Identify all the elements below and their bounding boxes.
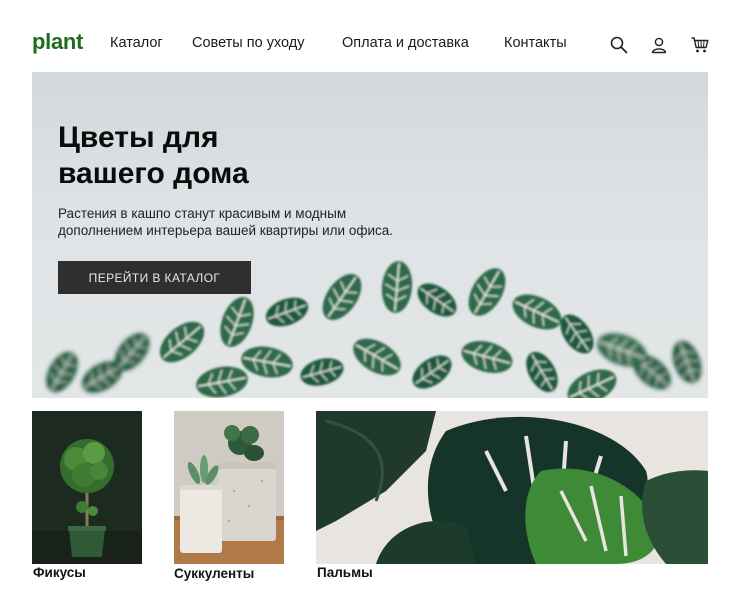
category-label-ficus[interactable]: Фикусы [33,565,86,580]
hero-description-line2: дополнением интерьера вашей квартиры или… [58,223,394,238]
user-icon[interactable] [649,35,669,55]
nav-payment-delivery[interactable]: Оплата и доставка [342,35,469,51]
category-card-palms[interactable] [316,411,708,564]
category-label-palms[interactable]: Пальмы [317,565,373,580]
category-card-succulents[interactable] [174,411,284,564]
hero-title: Цветы для вашего дома [58,120,418,192]
go-to-catalog-button[interactable]: ПЕРЕЙТИ В КАТАЛОГ [58,261,251,294]
category-label-succulents[interactable]: Суккуленты [174,566,254,581]
hero-description-line1: Растения в кашпо станут красивым и модны… [58,206,347,221]
nav-catalog[interactable]: Каталог [110,35,163,51]
palms-image [316,411,708,564]
hero-title-line2: вашего дома [58,157,249,190]
ficus-image [32,411,142,564]
site-header: plant Каталог Советы по уходу Оплата и д… [0,0,740,72]
category-card-ficus[interactable] [32,411,142,564]
hero-description: Растения в кашпо станут красивым и модны… [58,205,478,239]
search-icon[interactable] [609,35,629,55]
hero-title-line1: Цветы для [58,121,219,154]
logo[interactable]: plant [32,29,83,55]
hero-banner: Цветы для вашего дома Растения в кашпо с… [32,72,708,398]
cart-icon[interactable] [690,35,710,55]
nav-contacts[interactable]: Контакты [504,35,567,51]
nav-care-tips[interactable]: Советы по уходу [192,35,305,51]
succulents-image [174,411,284,564]
